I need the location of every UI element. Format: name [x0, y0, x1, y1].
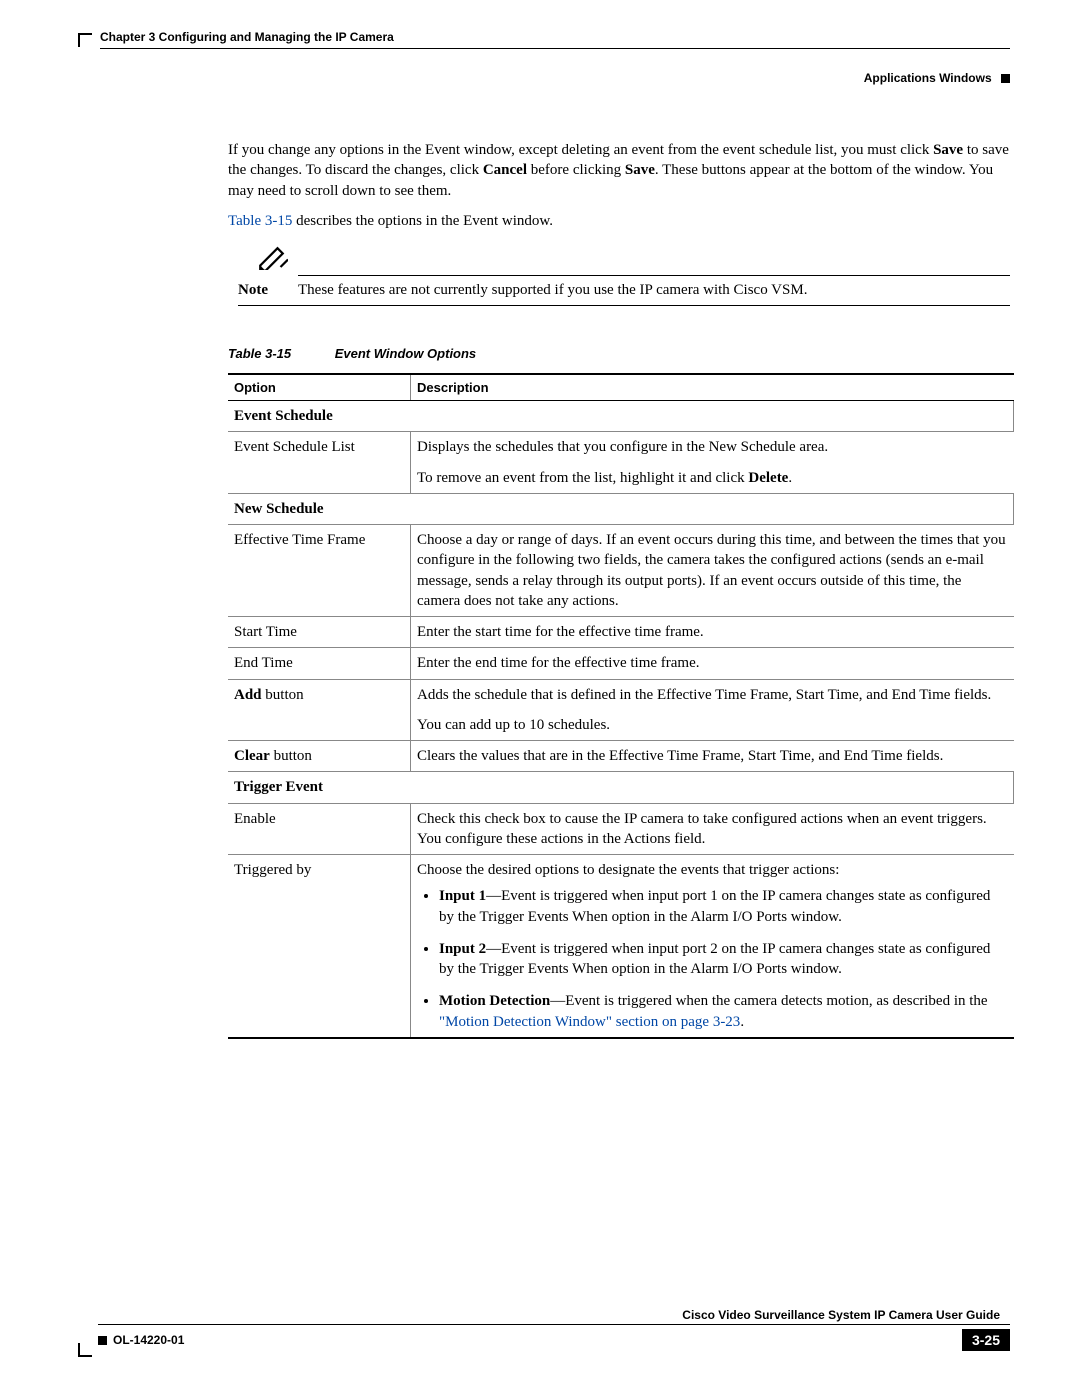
- table-row: Effective Time Frame Choose a day or ran…: [228, 525, 1014, 617]
- table-row: Start Time Enter the start time for the …: [228, 617, 1014, 648]
- footer: Cisco Video Surveillance System IP Camer…: [98, 1308, 1010, 1351]
- crop-mark-tl: [78, 33, 92, 47]
- section-trigger-event: Trigger Event: [228, 772, 1014, 803]
- table-row: Triggered by Choose the desired options …: [228, 855, 1014, 1038]
- table-caption: Table 3-15 Event Window Options: [228, 346, 1010, 361]
- col-option: Option: [228, 374, 411, 401]
- running-header: Chapter 3 Configuring and Managing the I…: [100, 30, 1010, 44]
- list-item: Input 1—Event is triggered when input po…: [439, 886, 1008, 927]
- intro-paragraph-1: If you change any options in the Event w…: [228, 140, 1010, 201]
- doc-number: OL-14220-01: [113, 1333, 184, 1347]
- chapter-label: Chapter 3 Configuring and Managing the I…: [100, 30, 394, 44]
- section-event-schedule: Event Schedule: [228, 401, 1014, 432]
- list-item: Motion Detection—Event is triggered when…: [439, 991, 1008, 1032]
- note-text: These features are not currently support…: [298, 282, 807, 299]
- square-icon: [98, 1336, 107, 1345]
- list-item: Input 2—Event is triggered when input po…: [439, 939, 1008, 980]
- table-row: End Time Enter the end time for the effe…: [228, 648, 1014, 679]
- table-row: Event Schedule List Displays the schedul…: [228, 432, 1014, 494]
- header-rule: [100, 48, 1010, 49]
- section-label: Applications Windows: [864, 71, 992, 85]
- intro-paragraph-2: Table 3-15 describes the options in the …: [228, 211, 1010, 231]
- table-row: Enable Check this check box to cause the…: [228, 803, 1014, 855]
- crop-mark-bl: [78, 1343, 92, 1357]
- options-table: Option Description Event Schedule Event …: [228, 373, 1014, 1039]
- table-link[interactable]: Table 3-15: [228, 213, 292, 229]
- section-label-wrap: Applications Windows: [80, 71, 1010, 85]
- note-label: Note: [238, 282, 298, 299]
- square-icon: [1001, 74, 1010, 83]
- section-new-schedule: New Schedule: [228, 493, 1014, 524]
- col-description: Description: [411, 374, 1014, 401]
- footer-title: Cisco Video Surveillance System IP Camer…: [682, 1308, 1000, 1322]
- motion-detection-link[interactable]: "Motion Detection Window" section on pag…: [439, 1014, 740, 1030]
- table-row: Add button Adds the schedule that is def…: [228, 679, 1014, 741]
- page-number: 3-25: [962, 1329, 1010, 1351]
- table-row: Clear button Clears the values that are …: [228, 741, 1014, 772]
- pencil-icon: [258, 258, 288, 274]
